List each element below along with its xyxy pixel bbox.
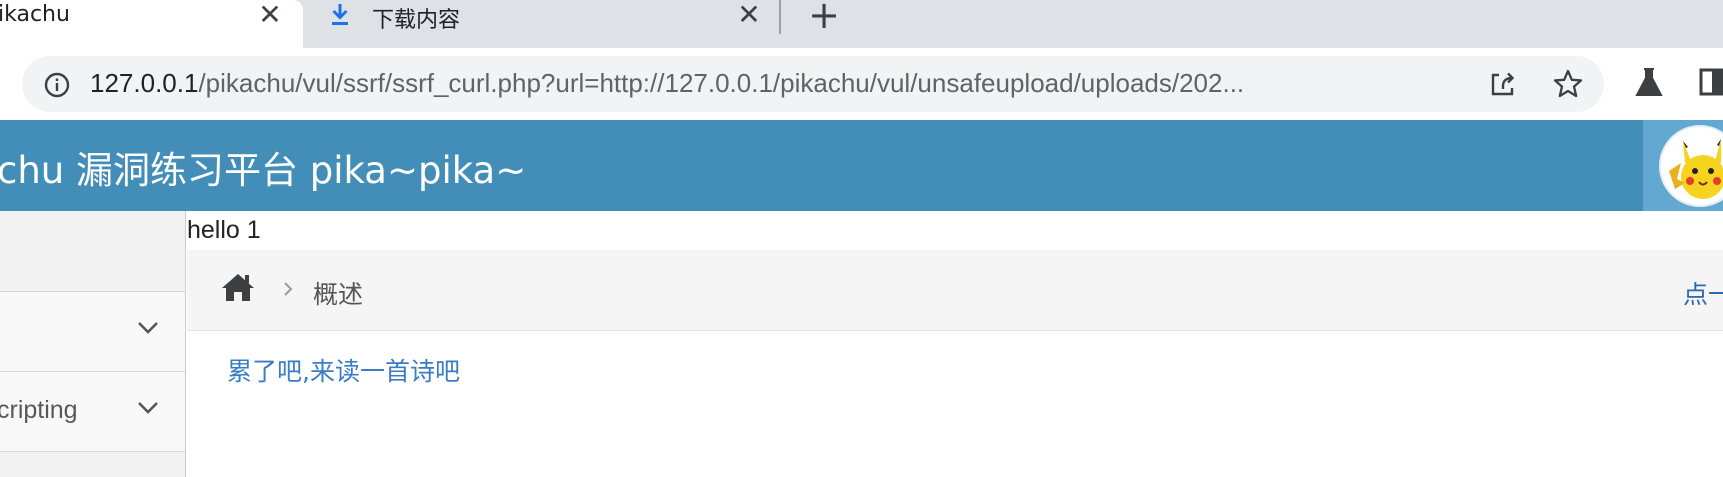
bookmark-star-icon[interactable] <box>1552 68 1584 104</box>
address-bar[interactable]: 127.0.0.1/pikachu/vul/ssrf/ssrf_curl.php… <box>22 56 1604 112</box>
ssrf-response-text: hello 1 <box>187 216 261 244</box>
home-icon[interactable] <box>220 272 256 306</box>
side-panel-icon[interactable] <box>1699 67 1723 101</box>
close-tab-icon[interactable]: ✕ <box>734 1 764 32</box>
browser-tab-strip: ikachu ✕ 下载内容 ✕ + <box>0 0 1723 48</box>
tab-downloads[interactable]: 下载内容 ✕ <box>303 0 779 34</box>
chevron-right-icon <box>283 281 293 301</box>
new-tab-icon[interactable]: + <box>806 0 842 34</box>
close-tab-icon[interactable]: ✕ <box>255 1 285 32</box>
breadcrumb: 概述 点一 <box>187 250 1723 331</box>
breadcrumb-hint-link[interactable]: 点一 <box>1683 275 1723 311</box>
sidebar-item-label: cripting <box>0 396 78 424</box>
breadcrumb-current: 概述 <box>313 280 364 309</box>
avatar[interactable] <box>1659 125 1723 207</box>
tab-title: 下载内容 <box>372 8 461 33</box>
sidebar-item-xss[interactable]: cripting <box>0 372 185 452</box>
url-host: 127.0.0.1 <box>90 68 199 98</box>
tab-active[interactable]: ikachu ✕ <box>0 0 303 48</box>
browser-toolbar: 127.0.0.1/pikachu/vul/ssrf/ssrf_curl.php… <box>0 48 1723 120</box>
site-title[interactable]: chu 漏洞练习平台 pika~pika~ <box>0 140 526 194</box>
share-icon[interactable] <box>1488 69 1518 103</box>
chevron-down-icon <box>137 400 159 419</box>
url-path: /pikachu/vul/ssrf/ssrf_curl.php?url=http… <box>198 68 1245 98</box>
tab-separator <box>779 0 781 34</box>
sidebar-item-1[interactable] <box>0 292 185 372</box>
tab-title: ikachu <box>0 2 70 27</box>
download-icon <box>329 2 351 32</box>
labs-flask-icon[interactable] <box>1634 66 1664 102</box>
user-menu[interactable] <box>1643 120 1723 211</box>
chevron-down-icon <box>137 320 159 339</box>
sidebar-item-0[interactable] <box>0 211 185 292</box>
url-text: 127.0.0.1/pikachu/vul/ssrf/ssrf_curl.php… <box>90 68 1244 99</box>
site-header: chu 漏洞练习平台 pika~pika~ <box>0 120 1723 211</box>
site-info-icon[interactable] <box>44 72 70 102</box>
poem-link[interactable]: 累了吧,来读一首诗吧 <box>227 352 460 388</box>
sidebar: cripting <box>0 211 186 477</box>
